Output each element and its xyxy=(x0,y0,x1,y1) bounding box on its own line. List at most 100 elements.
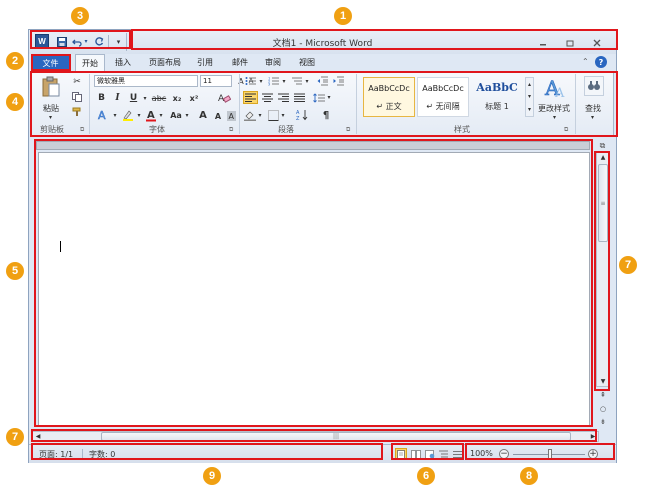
full-screen-reading-icon[interactable] xyxy=(410,449,421,460)
previous-page-icon[interactable]: ⇞ xyxy=(597,390,609,400)
change-styles-dropdown-icon[interactable]: ▾ xyxy=(553,114,556,121)
decrease-indent-icon[interactable] xyxy=(316,75,330,87)
change-case-button[interactable]: Aa xyxy=(169,109,183,121)
style-heading-1[interactable]: AaBbC 标题 1 xyxy=(471,77,523,117)
more-icon[interactable]: ▾ xyxy=(528,106,531,113)
scroll-down-arrow-icon[interactable]: ▼ xyxy=(597,376,609,386)
styles-launcher-icon[interactable]: ⧉ xyxy=(564,126,568,134)
tab-insert[interactable]: 插入 xyxy=(115,57,131,68)
minimize-ribbon-icon[interactable]: ⌃ xyxy=(582,57,589,66)
vertical-scrollbar[interactable]: ▲ ≡ ▼ xyxy=(596,151,610,387)
superscript-button[interactable]: x² xyxy=(188,92,200,104)
multilevel-list-icon[interactable] xyxy=(290,75,304,87)
tab-home[interactable]: 开始 xyxy=(75,54,105,72)
bullets-icon[interactable] xyxy=(244,75,258,87)
style-no-spacing[interactable]: AaBbCcDc ↵ 无间隔 xyxy=(417,77,469,117)
font-launcher-icon[interactable]: ⧉ xyxy=(229,126,233,134)
zoom-in-button[interactable]: + xyxy=(588,449,598,459)
next-page-icon[interactable]: ⇟ xyxy=(597,417,609,427)
change-styles-icon[interactable]: AA xyxy=(544,75,568,99)
align-right-icon[interactable] xyxy=(276,91,290,104)
borders-icon[interactable] xyxy=(266,109,280,122)
font-size-select[interactable]: 11 xyxy=(200,75,232,87)
scroll-up-arrow-icon[interactable]: ▲ xyxy=(597,152,609,162)
borders-dropdown-icon[interactable]: ▾ xyxy=(280,109,286,121)
zoom-slider-thumb[interactable] xyxy=(548,449,552,459)
paste-icon[interactable] xyxy=(40,75,62,99)
clipboard-launcher-icon[interactable]: ⧉ xyxy=(80,126,84,134)
print-layout-view-icon[interactable] xyxy=(395,448,407,460)
word-count[interactable]: 字数: 0 xyxy=(89,449,115,460)
text-effects-icon[interactable]: A xyxy=(96,109,110,121)
justify-icon[interactable] xyxy=(292,91,306,104)
show-formatting-marks-icon[interactable]: ¶ xyxy=(319,109,333,122)
clear-formatting-icon[interactable]: A xyxy=(216,91,232,105)
cut-icon[interactable]: ✂ xyxy=(71,76,83,88)
font-color-dropdown-icon[interactable]: ▾ xyxy=(158,109,164,121)
numbering-icon[interactable]: 123 xyxy=(267,75,281,87)
outline-view-icon[interactable] xyxy=(438,449,449,460)
character-shading-icon[interactable]: A xyxy=(226,110,236,122)
numbering-dropdown-icon[interactable]: ▾ xyxy=(281,75,287,87)
change-styles-label[interactable]: 更改样式 xyxy=(538,103,570,114)
web-layout-icon[interactable] xyxy=(424,449,435,460)
select-browse-object-icon[interactable]: ○ xyxy=(597,404,609,414)
restore-icon[interactable] xyxy=(564,38,576,48)
minimize-icon[interactable] xyxy=(537,38,549,48)
find-label[interactable]: 查找 xyxy=(585,103,601,114)
strikethrough-button[interactable]: abc xyxy=(151,92,167,104)
tab-file[interactable]: 文件 xyxy=(32,55,69,71)
help-icon[interactable]: ? xyxy=(595,56,607,68)
tab-view[interactable]: 视图 xyxy=(299,57,315,68)
bold-button[interactable]: B xyxy=(96,92,107,104)
paste-label[interactable]: 粘贴 xyxy=(43,103,59,114)
scroll-right-arrow-icon[interactable]: ▶ xyxy=(588,432,598,441)
change-case-dropdown-icon[interactable]: ▾ xyxy=(184,109,190,121)
tab-references[interactable]: 引用 xyxy=(197,57,213,68)
multilevel-dropdown-icon[interactable]: ▾ xyxy=(304,75,310,87)
sort-icon[interactable]: AZ xyxy=(295,108,309,122)
line-spacing-dropdown-icon[interactable]: ▾ xyxy=(326,91,332,103)
italic-button[interactable]: I xyxy=(112,92,123,104)
grow-font-button[interactable]: A xyxy=(197,109,209,121)
line-spacing-icon[interactable] xyxy=(312,91,326,104)
text-effects-dropdown-icon[interactable]: ▾ xyxy=(112,109,118,121)
paste-dropdown-icon[interactable]: ▾ xyxy=(49,114,52,121)
zoom-out-button[interactable]: − xyxy=(499,449,509,459)
highlight-icon[interactable] xyxy=(121,109,135,121)
tab-mailings[interactable]: 邮件 xyxy=(232,57,248,68)
shrink-font-button[interactable]: A xyxy=(212,110,224,122)
align-left-icon[interactable] xyxy=(243,91,258,104)
horizontal-scrollbar[interactable]: ◀ ||| ▶ xyxy=(32,431,599,442)
shading-icon[interactable] xyxy=(243,109,257,122)
underline-dropdown-icon[interactable]: ▾ xyxy=(142,92,148,104)
styles-gallery-scroll[interactable]: ▴ ▾ ▾ xyxy=(525,77,534,117)
copy-icon[interactable] xyxy=(71,91,83,103)
document-page[interactable] xyxy=(38,152,590,427)
close-icon[interactable] xyxy=(591,38,603,48)
format-painter-icon[interactable] xyxy=(71,106,83,118)
zoom-level[interactable]: 100% xyxy=(470,449,493,458)
page-count[interactable]: 页面: 1/1 xyxy=(39,449,73,460)
view-ruler-icon[interactable]: ⧉ xyxy=(596,140,609,151)
underline-button[interactable]: U xyxy=(128,92,139,104)
find-dropdown-icon[interactable]: ▾ xyxy=(591,114,594,121)
bullets-dropdown-icon[interactable]: ▾ xyxy=(258,75,264,87)
style-normal[interactable]: AaBbCcDc ↵ 正文 xyxy=(363,77,415,117)
subscript-button[interactable]: x₂ xyxy=(171,92,183,104)
scroll-down-icon[interactable]: ▾ xyxy=(528,93,531,100)
find-icon[interactable] xyxy=(584,76,604,96)
scroll-left-arrow-icon[interactable]: ◀ xyxy=(33,432,43,441)
vertical-scroll-thumb[interactable]: ≡ xyxy=(598,164,608,242)
align-center-icon[interactable] xyxy=(260,91,274,104)
increase-indent-icon[interactable] xyxy=(332,75,346,87)
scroll-up-icon[interactable]: ▴ xyxy=(528,81,531,88)
font-name-select[interactable]: 微软雅黑 xyxy=(94,75,198,87)
draft-view-icon[interactable] xyxy=(452,449,463,460)
shading-dropdown-icon[interactable]: ▾ xyxy=(257,109,263,121)
horizontal-scroll-thumb[interactable]: ||| xyxy=(101,432,571,441)
highlight-dropdown-icon[interactable]: ▾ xyxy=(136,109,142,121)
tab-page-layout[interactable]: 页面布局 xyxy=(149,57,181,68)
paragraph-launcher-icon[interactable]: ⧉ xyxy=(346,126,350,134)
font-color-icon[interactable]: A xyxy=(145,108,157,122)
